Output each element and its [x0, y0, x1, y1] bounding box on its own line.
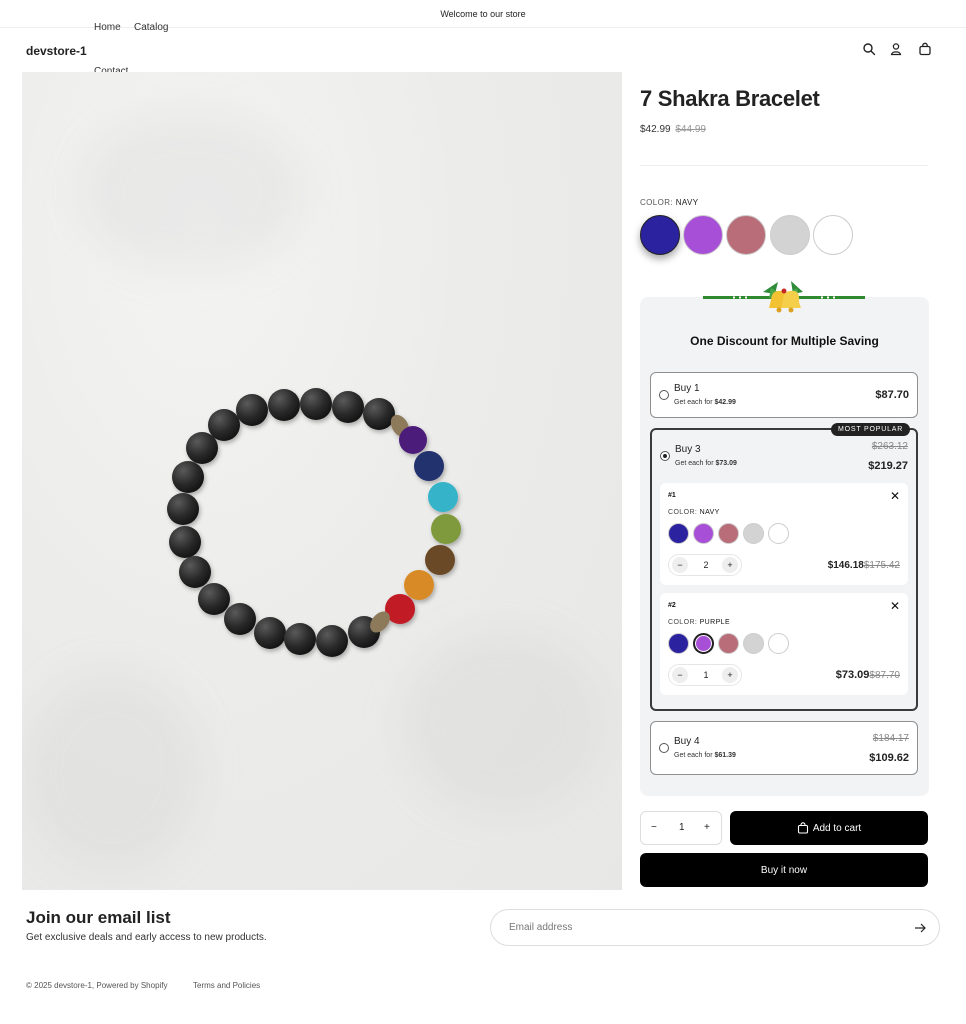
add-to-cart-label: Add to cart	[812, 822, 862, 834]
announcement-text: Welcome to our store	[440, 8, 526, 19]
bundle-heading: One Discount for Multiple Saving	[690, 334, 879, 348]
item-price-row: $73.09$87.70	[836, 669, 900, 681]
tier-sub-prefix: Get each for	[674, 752, 713, 759]
quantity-stepper: − 1 +	[640, 811, 722, 845]
increase-button[interactable]: +	[722, 667, 738, 683]
account-icon[interactable]	[889, 42, 903, 56]
email-input[interactable]	[490, 909, 940, 946]
swatch-rose[interactable]	[726, 215, 766, 255]
item-quantity-stepper: − 1 +	[668, 664, 742, 686]
increase-button[interactable]: +	[722, 557, 738, 573]
newsletter-title: Join our email list	[26, 908, 171, 927]
buy-it-now-button[interactable]: Buy it now	[640, 853, 928, 887]
nav-home-link[interactable]: Home	[94, 22, 121, 33]
tier-compare-price: $184.17	[872, 733, 909, 744]
buy-it-now-label: Buy it now	[760, 864, 808, 876]
quantity-decrease-button[interactable]: −	[651, 822, 657, 833]
bundle-item-card: #1 ✕ COLOR: NAVY − 2 + $146.18$175.42	[660, 483, 908, 585]
item-number: #2	[668, 602, 676, 609]
tier-subtext: Get each for $73.09	[675, 460, 737, 467]
newsletter-subtitle: Get exclusive deals and early access to …	[26, 932, 267, 943]
item-price: $73.09	[835, 669, 870, 681]
product-compare-price: $44.99	[675, 124, 706, 135]
item-swatch-navy[interactable]	[668, 523, 689, 544]
item-color-value: PURPLE	[699, 619, 731, 626]
item-swatch-white[interactable]	[768, 523, 789, 544]
tier-name: Buy 3	[675, 444, 701, 455]
divider	[640, 165, 928, 166]
color-value: NAVY	[675, 198, 699, 207]
tier-price: $109.62	[869, 752, 909, 764]
bracelet-illustration	[167, 388, 461, 657]
item-swatch-rose[interactable]	[718, 633, 739, 654]
item-swatch-navy[interactable]	[668, 633, 689, 654]
item-quantity-value[interactable]: 1	[699, 670, 713, 680]
tier-sub-prefix: Get each for	[674, 399, 713, 406]
most-popular-badge: MOST POPULAR	[831, 423, 911, 436]
item-quantity-stepper: − 2 +	[668, 554, 742, 576]
item-color-value: NAVY	[699, 509, 720, 516]
bag-icon	[797, 822, 808, 834]
color-label-text: COLOR:	[640, 198, 674, 207]
item-swatch-rose[interactable]	[718, 523, 739, 544]
swatch-white[interactable]	[813, 215, 853, 255]
store-logo[interactable]: devstore-1	[26, 44, 87, 58]
arrow-right-icon[interactable]	[912, 920, 928, 936]
swatch-light-gray[interactable]	[770, 215, 810, 255]
cart-icon[interactable]	[918, 42, 932, 56]
decrease-button[interactable]: −	[672, 667, 688, 683]
add-to-cart-button[interactable]: Add to cart	[730, 811, 928, 845]
item-color-label: COLOR: PURPLE	[668, 619, 730, 626]
item-compare-price: $87.70	[869, 670, 900, 681]
product-price: $42.99	[640, 124, 671, 135]
close-icon[interactable]: ✕	[890, 490, 900, 502]
close-icon[interactable]: ✕	[890, 600, 900, 612]
tier-price: $87.70	[875, 389, 909, 401]
item-compare-price: $175.42	[863, 560, 900, 571]
item-color-label: COLOR: NAVY	[668, 509, 720, 516]
tier-radio[interactable]	[659, 390, 669, 400]
item-swatch-light-gray[interactable]	[743, 523, 764, 544]
quantity-value[interactable]: 1	[679, 822, 685, 833]
color-label: COLOR: NAVY	[640, 198, 699, 207]
item-price-row: $146.18$175.42	[828, 560, 900, 571]
price-row: $42.99 $44.99	[640, 124, 706, 135]
tier-name: Buy 4	[674, 736, 700, 747]
footer-copyright: © 2025 devstore-1, Powered by Shopify	[26, 981, 168, 990]
product-title: 7 Shakra Bracelet	[640, 86, 820, 111]
tier-radio[interactable]	[660, 451, 670, 461]
bundle-tier-buy-1[interactable]: Buy 1 Get each for $42.99 $87.70	[650, 372, 918, 418]
tier-sub-value: $73.09	[715, 460, 737, 467]
tier-sub-value: $42.99	[714, 399, 736, 406]
item-price: $146.18	[827, 560, 864, 571]
tier-sub-value: $61.39	[714, 752, 736, 759]
tier-subtext: Get each for $42.99	[674, 399, 736, 406]
item-color-label-text: COLOR:	[668, 509, 698, 516]
quantity-increase-button[interactable]: +	[704, 822, 710, 833]
bells-garland-icon	[703, 281, 865, 313]
decrease-button[interactable]: −	[672, 557, 688, 573]
product-image[interactable]	[22, 72, 622, 890]
swatch-purple[interactable]	[683, 215, 723, 255]
tier-name: Buy 1	[674, 383, 700, 394]
item-swatch-purple[interactable]	[693, 523, 714, 544]
item-swatch-light-gray[interactable]	[743, 633, 764, 654]
bundle-tier-buy-4[interactable]: Buy 4 Get each for $61.39 $184.17 $109.6…	[650, 721, 918, 775]
item-swatch-purple[interactable]	[693, 633, 714, 654]
tier-radio[interactable]	[659, 743, 669, 753]
nav-catalog-link[interactable]: Catalog	[134, 22, 168, 33]
bundle-item-card: #2 ✕ COLOR: PURPLE − 1 + $73.09$87.70	[660, 593, 908, 695]
swatch-navy[interactable]	[640, 215, 680, 255]
tier-price: $219.27	[868, 460, 908, 472]
tier-subtext: Get each for $61.39	[674, 752, 736, 759]
item-quantity-value[interactable]: 2	[699, 560, 713, 570]
item-number: #1	[668, 492, 676, 499]
item-swatch-white[interactable]	[768, 633, 789, 654]
footer-terms-link[interactable]: Terms and Policies	[193, 981, 260, 990]
tier-compare-price: $263.12	[871, 441, 908, 452]
item-color-label-text: COLOR:	[668, 619, 698, 626]
search-icon[interactable]	[862, 42, 876, 56]
tier-sub-prefix: Get each for	[675, 460, 714, 467]
